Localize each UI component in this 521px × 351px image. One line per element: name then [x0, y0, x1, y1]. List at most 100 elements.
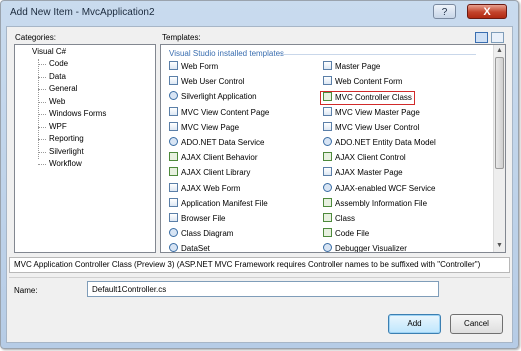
gear-template-icon [169, 243, 178, 252]
large-icons-view-button[interactable] [475, 32, 488, 43]
template-item[interactable]: Web Form [169, 61, 218, 73]
template-label: Master Page [335, 62, 381, 71]
template-item[interactable]: ADO.NET Entity Data Model [323, 137, 436, 149]
gear-template-icon [323, 243, 332, 252]
templates-list[interactable]: Visual Studio installed templates Web Fo… [160, 44, 506, 253]
doc-template-icon [169, 182, 178, 192]
template-item[interactable]: AJAX Web Form [169, 182, 240, 195]
category-item[interactable]: Workflow [49, 159, 82, 168]
template-label: Code File [335, 229, 370, 239]
template-item[interactable]: AJAX-enabled WCF Service [323, 182, 436, 195]
template-item[interactable]: Class [323, 213, 355, 225]
tree-branch [38, 151, 46, 153]
template-item[interactable]: Assembly Information File [323, 197, 428, 210]
category-item[interactable]: Reporting [49, 134, 84, 143]
tree-branch [38, 139, 46, 140]
doc-template-icon [169, 76, 178, 86]
divider [9, 277, 510, 278]
scroll-down-icon[interactable]: ▼ [495, 241, 504, 251]
template-item[interactable]: AJAX Client Library [169, 167, 250, 179]
tree-branch [38, 126, 46, 128]
doc-template-icon [323, 76, 332, 86]
category-item[interactable]: Data [49, 72, 66, 81]
template-item[interactable]: AJAX Master Page [323, 167, 403, 179]
category-item[interactable]: Code [49, 59, 68, 68]
help-button[interactable]: ? [433, 4, 456, 19]
category-item[interactable]: Silverlight [49, 147, 84, 156]
category-visual-csharp[interactable]: Visual C# [32, 47, 66, 56]
template-label: Assembly Information File [335, 198, 428, 208]
tree-branch [38, 89, 46, 90]
template-label: Debugger Visualizer [335, 244, 407, 253]
template-item[interactable]: MVC View Page [169, 121, 240, 134]
tree-branch [38, 164, 46, 165]
add-new-item-dialog: Add New Item - MvcApplication2 ? X Categ… [0, 0, 519, 349]
template-label: Application Manifest File [181, 198, 268, 208]
category-item[interactable]: Windows Forms [49, 109, 106, 118]
template-label: Class Diagram [181, 229, 234, 239]
scroll-thumb[interactable] [495, 57, 504, 169]
doc-template-icon [169, 61, 178, 70]
code-template-icon [323, 92, 332, 102]
cancel-button[interactable]: Cancel [450, 314, 503, 334]
doc-template-icon [169, 106, 178, 116]
template-item[interactable]: AJAX Client Behavior [169, 152, 257, 164]
template-label: MVC View Page [181, 122, 240, 132]
template-label: DataSet [181, 244, 210, 253]
doc-template-icon [323, 61, 332, 70]
template-label: AJAX-enabled WCF Service [335, 183, 436, 193]
code-template-icon [169, 152, 178, 162]
add-button[interactable]: Add [388, 314, 441, 334]
template-label: MVC View Content Page [181, 107, 270, 117]
tree-branch [38, 114, 46, 115]
categories-tree[interactable]: Visual C# Code Data General Web Windows Form… [14, 44, 156, 253]
doc-template-icon [169, 121, 178, 131]
template-label: Class [335, 214, 356, 223]
template-item[interactable]: Debugger Visualizer [323, 243, 407, 253]
template-item[interactable]: AJAX Client Control [323, 152, 406, 164]
category-item[interactable]: WPF [49, 122, 67, 131]
gear-template-icon [323, 182, 332, 192]
tree-branch [38, 64, 46, 65]
tree-branch [38, 101, 46, 103]
template-item[interactable]: Web Content Form [323, 76, 402, 88]
category-item[interactable]: General [49, 84, 77, 93]
close-button[interactable]: X [467, 4, 507, 19]
code-template-icon [323, 152, 332, 162]
template-item[interactable]: MVC View Master Page [323, 106, 420, 119]
categories-label: Categories: [15, 33, 56, 42]
name-label: Name: [14, 286, 38, 295]
template-item[interactable]: MVC View Content Page [169, 106, 270, 119]
gear-template-icon [323, 137, 332, 146]
template-item[interactable]: Application Manifest File [169, 197, 268, 210]
template-item[interactable]: Browser File [169, 213, 225, 225]
template-item[interactable]: Master Page [323, 61, 380, 73]
template-item[interactable]: Class Diagram [169, 228, 233, 240]
code-template-icon [323, 228, 332, 238]
template-item-selected[interactable]: MVC Controller Class [320, 91, 415, 106]
doc-template-icon [169, 213, 178, 222]
template-label: ADO.NET Entity Data Model [335, 138, 436, 147]
template-item[interactable]: Code File [323, 228, 369, 240]
doc-template-icon [323, 121, 332, 131]
template-item[interactable]: MVC View User Control [323, 121, 419, 134]
template-item[interactable]: ADO.NET Data Service [169, 137, 264, 149]
name-input[interactable] [87, 281, 439, 297]
category-item[interactable]: Web [49, 97, 65, 106]
window-title: Add New Item - MvcApplication2 [10, 7, 155, 18]
doc-template-icon [323, 106, 332, 116]
small-icons-view-button[interactable] [491, 32, 504, 43]
tree-connector [38, 59, 39, 159]
templates-scrollbar[interactable]: ▲ ▼ [493, 45, 505, 252]
template-label: ADO.NET Data Service [181, 138, 265, 147]
doc-template-icon [169, 197, 178, 207]
template-item[interactable]: Silverlight Application [169, 91, 257, 103]
template-item[interactable]: Web User Control [169, 76, 244, 88]
scroll-up-icon[interactable]: ▲ [495, 46, 504, 56]
gear-template-icon [169, 228, 178, 238]
code-template-icon [323, 197, 332, 207]
template-label: Web User Control [181, 77, 245, 87]
code-template-icon [323, 213, 332, 222]
title-bar[interactable]: Add New Item - MvcApplication2 ? X [1, 1, 518, 23]
template-item[interactable]: DataSet [169, 243, 210, 253]
